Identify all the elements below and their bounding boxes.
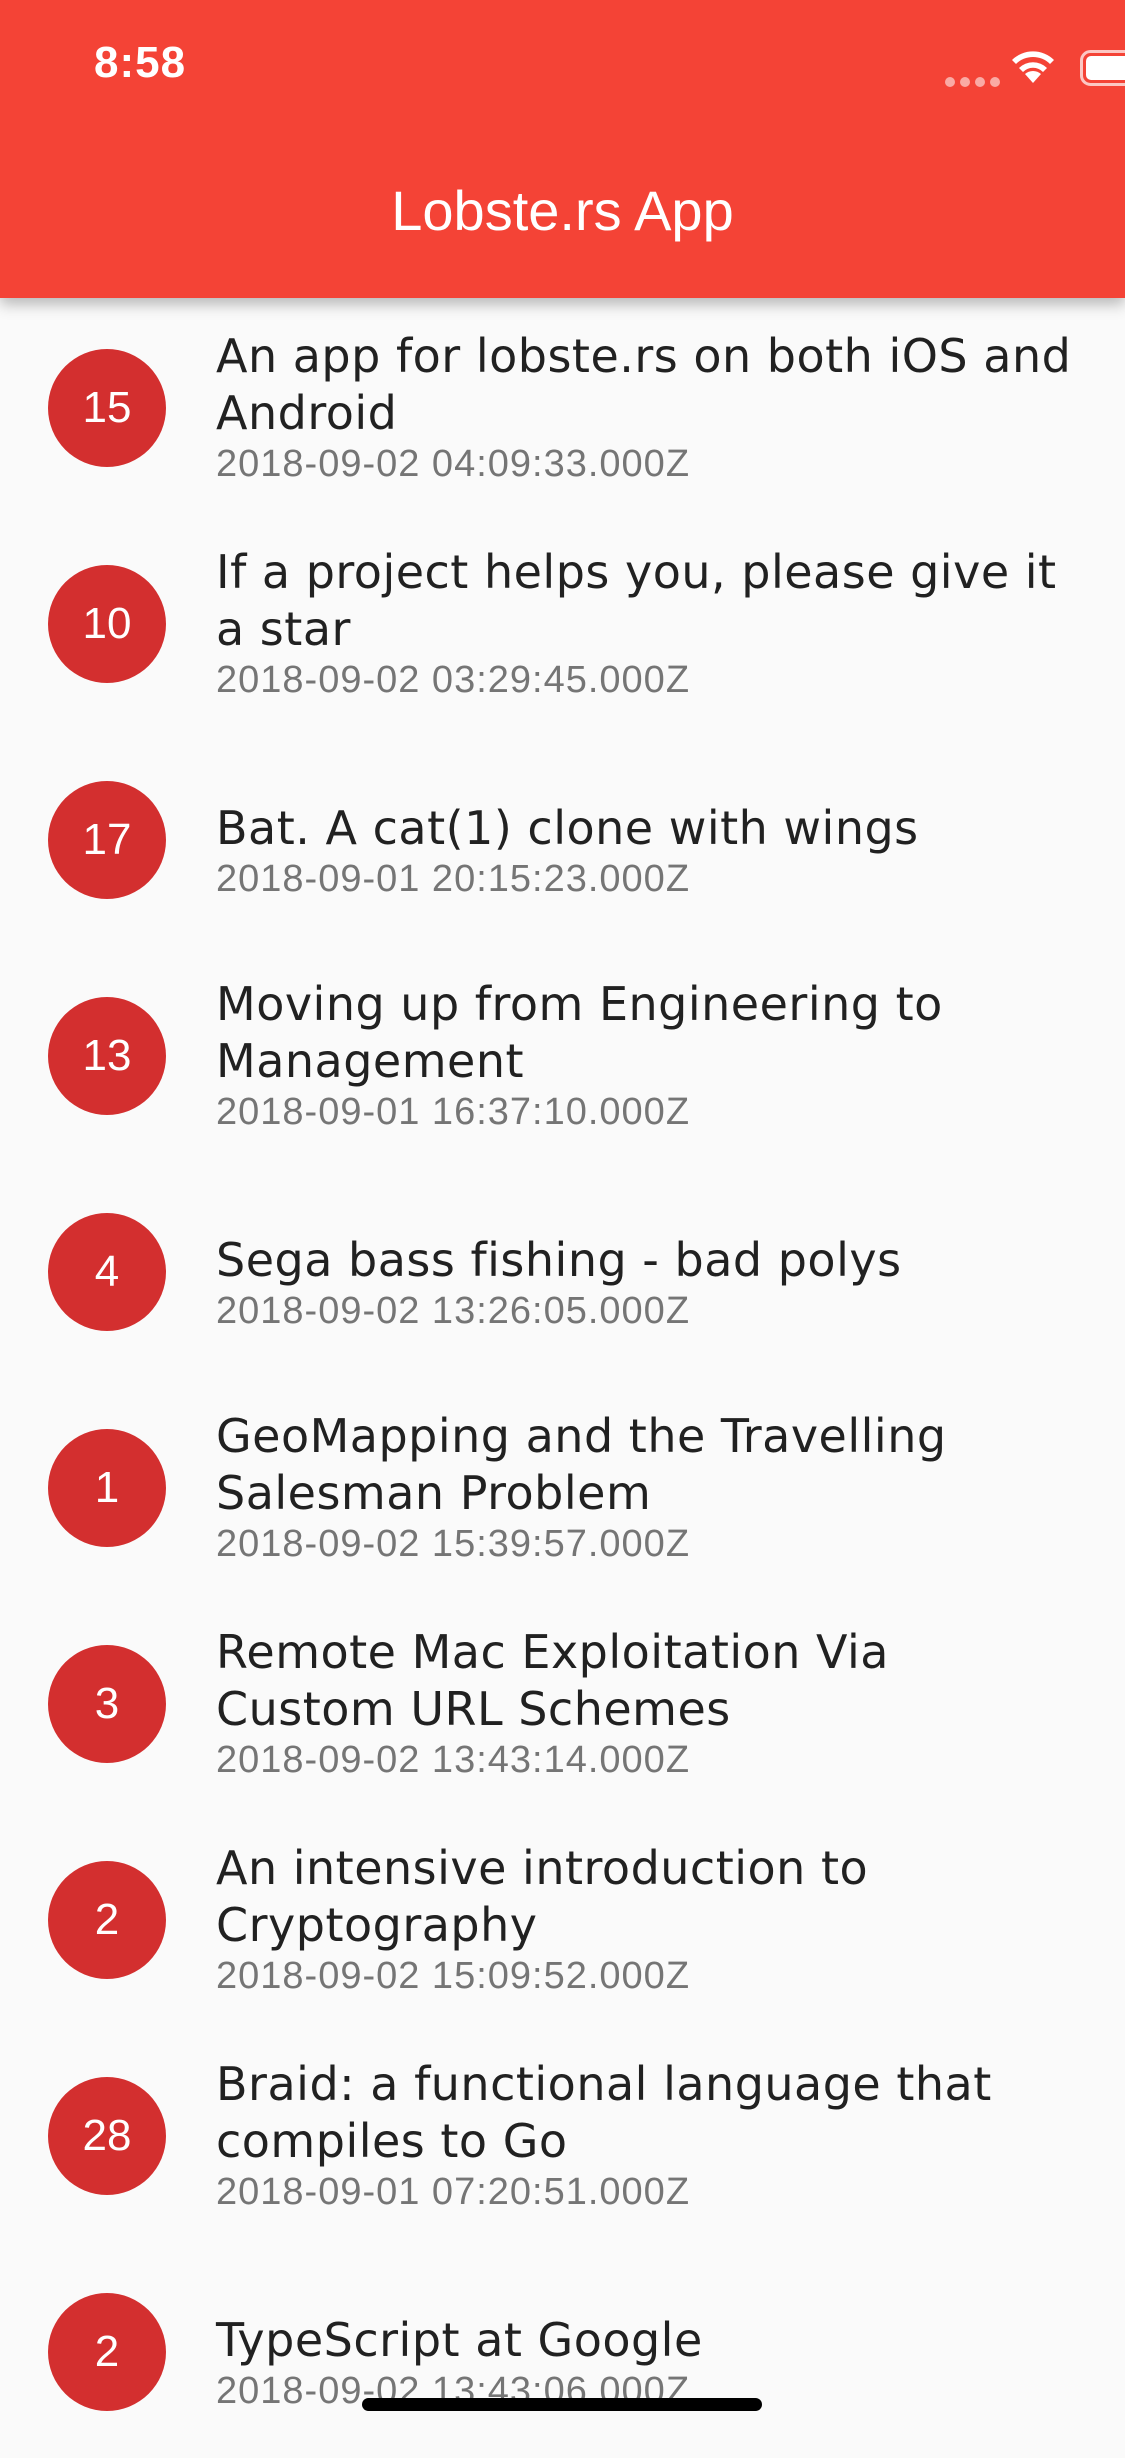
score-avatar: 15 — [48, 349, 166, 467]
story-date: 2018-09-02 13:26:05.000Z — [216, 1289, 1076, 1333]
story-date: 2018-09-02 03:29:45.000Z — [216, 658, 1076, 702]
list-item[interactable]: 13 Moving up from Engineering to Managem… — [0, 946, 1125, 1162]
list-item[interactable]: 28 Braid: a functional language that com… — [0, 2026, 1125, 2242]
list-item[interactable]: 3 Remote Mac Exploitation Via Custom URL… — [0, 1594, 1125, 1810]
story-title: GeoMapping and the Travelling Salesman P… — [216, 1408, 1076, 1522]
story-title: Moving up from Engineering to Management — [216, 976, 1076, 1090]
story-title: Braid: a functional language that compil… — [216, 2056, 1076, 2170]
app-bar: 8:58 Lobste.rs App — [0, 0, 1125, 298]
story-title: Bat. A cat(1) clone with wings — [216, 800, 1076, 857]
wifi-icon — [1010, 47, 1056, 87]
list-item[interactable]: 4 Sega bass fishing - bad polys 2018-09-… — [0, 1162, 1125, 1378]
story-title: An app for lobste.rs on both iOS and And… — [216, 328, 1076, 442]
list-item[interactable]: 2 TypeScript at Google 2018-09-02 13:43:… — [0, 2242, 1125, 2458]
score-avatar: 28 — [48, 2077, 166, 2195]
story-date: 2018-09-02 15:09:52.000Z — [216, 1954, 1076, 1998]
list-item[interactable]: 15 An app for lobste.rs on both iOS and … — [0, 298, 1125, 514]
story-title: Sega bass fishing - bad polys — [216, 1232, 1076, 1289]
home-indicator[interactable] — [362, 2398, 762, 2411]
list-item[interactable]: 1 GeoMapping and the Travelling Salesman… — [0, 1378, 1125, 1594]
score-avatar: 4 — [48, 1213, 166, 1331]
status-time: 8:58 — [94, 38, 186, 88]
score-avatar: 3 — [48, 1645, 166, 1763]
list-item[interactable]: 17 Bat. A cat(1) clone with wings 2018-0… — [0, 730, 1125, 946]
list-item[interactable]: 10 If a project helps you, please give i… — [0, 514, 1125, 730]
story-date: 2018-09-02 15:39:57.000Z — [216, 1522, 1076, 1566]
story-title: TypeScript at Google — [216, 2312, 1076, 2369]
signal-icon — [945, 74, 1005, 92]
story-date: 2018-09-02 13:43:14.000Z — [216, 1738, 1076, 1782]
battery-icon — [1080, 50, 1125, 86]
story-date: 2018-09-01 20:15:23.000Z — [216, 857, 1076, 901]
story-title: Remote Mac Exploitation Via Custom URL S… — [216, 1624, 1076, 1738]
story-date: 2018-09-01 16:37:10.000Z — [216, 1090, 1076, 1134]
story-title: If a project helps you, please give it a… — [216, 544, 1076, 658]
story-title: An intensive introduction to Cryptograph… — [216, 1840, 1076, 1954]
score-avatar: 2 — [48, 2293, 166, 2411]
score-avatar: 1 — [48, 1429, 166, 1547]
page-title: Lobste.rs App — [0, 178, 1125, 243]
score-avatar: 2 — [48, 1861, 166, 1979]
score-avatar: 17 — [48, 781, 166, 899]
score-avatar: 13 — [48, 997, 166, 1115]
list-item[interactable]: 2 An intensive introduction to Cryptogra… — [0, 1810, 1125, 2026]
story-date: 2018-09-02 04:09:33.000Z — [216, 442, 1076, 486]
story-date: 2018-09-01 07:20:51.000Z — [216, 2170, 1076, 2214]
score-avatar: 10 — [48, 565, 166, 683]
